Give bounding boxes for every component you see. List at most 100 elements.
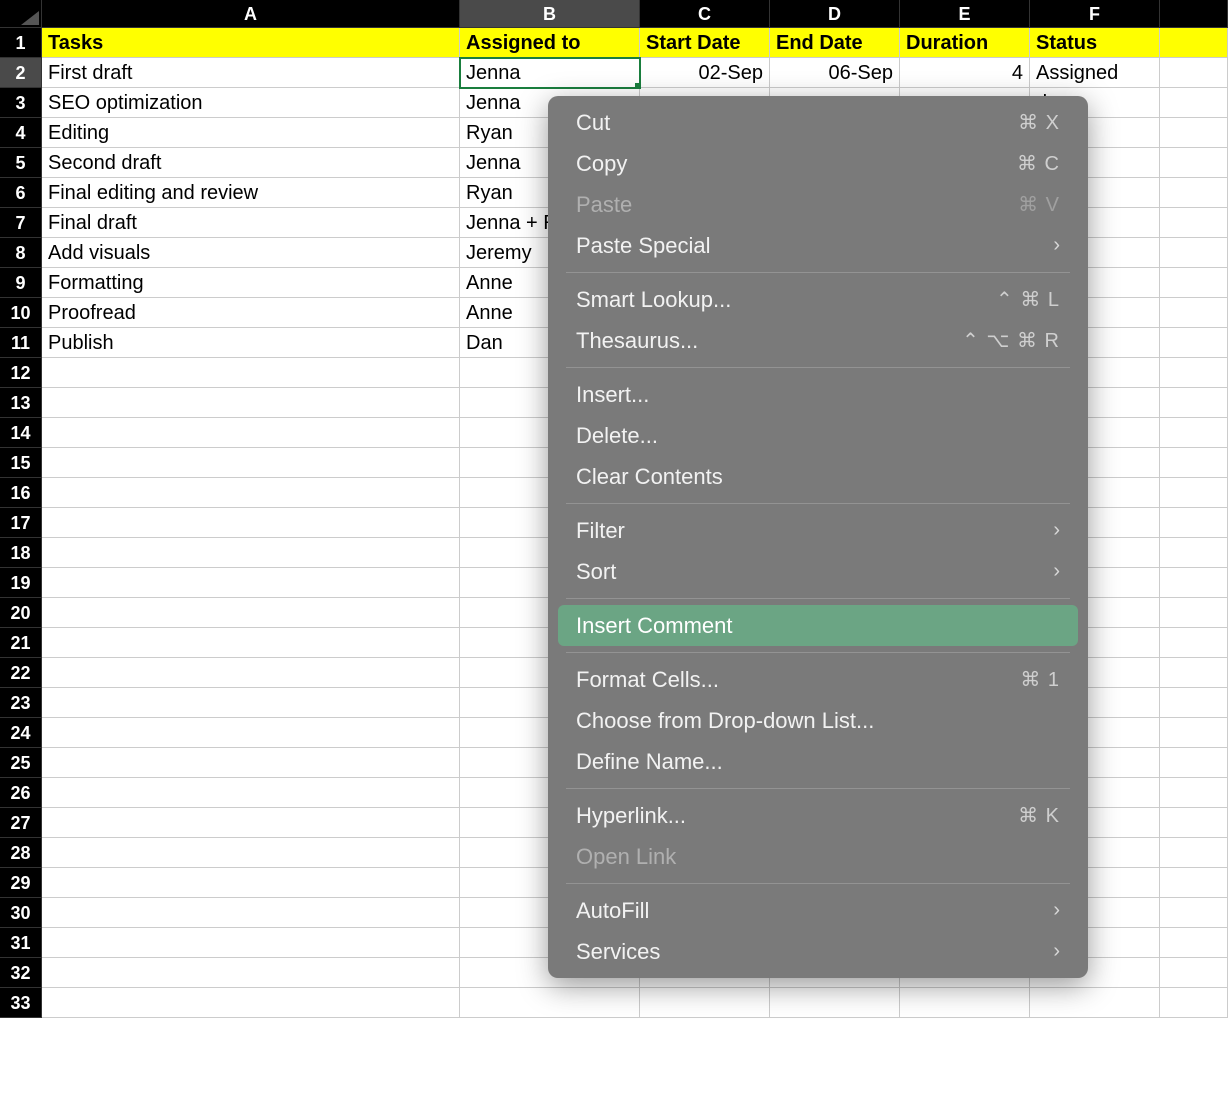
cell[interactable] xyxy=(42,988,460,1018)
cell[interactable] xyxy=(1160,298,1228,328)
row-header[interactable]: 19 xyxy=(0,568,42,598)
cell[interactable] xyxy=(42,928,460,958)
cell[interactable] xyxy=(1160,868,1228,898)
menu-thesaurus[interactable]: Thesaurus... ⌃ ⌥ ⌘ R xyxy=(558,320,1078,361)
col-header-d[interactable]: D xyxy=(770,0,900,28)
cell[interactable] xyxy=(1160,808,1228,838)
row-header[interactable]: 28 xyxy=(0,838,42,868)
cell[interactable]: Final draft xyxy=(42,208,460,238)
menu-define-name[interactable]: Define Name... xyxy=(558,741,1078,782)
menu-cut[interactable]: Cut ⌘ X xyxy=(558,102,1078,143)
cell[interactable] xyxy=(42,838,460,868)
cell[interactable] xyxy=(42,538,460,568)
cell[interactable]: Assigned to xyxy=(460,28,640,58)
cell[interactable] xyxy=(42,778,460,808)
cell[interactable] xyxy=(42,748,460,778)
cell[interactable] xyxy=(1160,628,1228,658)
row-header[interactable]: 29 xyxy=(0,868,42,898)
menu-paste-special[interactable]: Paste Special › xyxy=(558,225,1078,266)
row-header[interactable]: 26 xyxy=(0,778,42,808)
menu-delete[interactable]: Delete... xyxy=(558,415,1078,456)
cell[interactable] xyxy=(1160,268,1228,298)
cell[interactable] xyxy=(42,388,460,418)
cell[interactable]: Formatting xyxy=(42,268,460,298)
row-header[interactable]: 25 xyxy=(0,748,42,778)
cell[interactable] xyxy=(1160,718,1228,748)
row-header[interactable]: 32 xyxy=(0,958,42,988)
cell[interactable]: Start Date xyxy=(640,28,770,58)
row-header[interactable]: 12 xyxy=(0,358,42,388)
row-header[interactable]: 22 xyxy=(0,658,42,688)
row-header[interactable]: 8 xyxy=(0,238,42,268)
menu-choose-dropdown[interactable]: Choose from Drop-down List... xyxy=(558,700,1078,741)
cell[interactable] xyxy=(640,988,770,1018)
menu-sort[interactable]: Sort › xyxy=(558,551,1078,592)
cell[interactable] xyxy=(1160,778,1228,808)
cell[interactable]: Editing xyxy=(42,118,460,148)
cell[interactable] xyxy=(1160,88,1228,118)
cell[interactable] xyxy=(1160,898,1228,928)
cell[interactable] xyxy=(42,688,460,718)
cell[interactable] xyxy=(1160,508,1228,538)
cell[interactable] xyxy=(1160,418,1228,448)
row-header[interactable]: 2 xyxy=(0,58,42,88)
cell[interactable]: 4 xyxy=(900,58,1030,88)
cell[interactable]: Add visuals xyxy=(42,238,460,268)
row-header[interactable]: 31 xyxy=(0,928,42,958)
cell[interactable]: Second draft xyxy=(42,148,460,178)
row-header[interactable]: 18 xyxy=(0,538,42,568)
col-header-c[interactable]: C xyxy=(640,0,770,28)
cell[interactable] xyxy=(42,718,460,748)
cell[interactable] xyxy=(42,628,460,658)
row-header[interactable]: 7 xyxy=(0,208,42,238)
row-header[interactable]: 10 xyxy=(0,298,42,328)
cell[interactable]: Final editing and review xyxy=(42,178,460,208)
row-header[interactable]: 6 xyxy=(0,178,42,208)
cell[interactable] xyxy=(460,988,640,1018)
cell[interactable] xyxy=(900,988,1030,1018)
row-header[interactable]: 13 xyxy=(0,388,42,418)
cell[interactable] xyxy=(42,808,460,838)
cell[interactable]: First draft xyxy=(42,58,460,88)
cell[interactable] xyxy=(1160,598,1228,628)
row-header[interactable]: 21 xyxy=(0,628,42,658)
menu-services[interactable]: Services › xyxy=(558,931,1078,972)
col-header-a[interactable]: A xyxy=(42,0,460,28)
cell[interactable] xyxy=(42,658,460,688)
row-header[interactable]: 23 xyxy=(0,688,42,718)
row-header[interactable]: 9 xyxy=(0,268,42,298)
row-header[interactable]: 1 xyxy=(0,28,42,58)
cell[interactable]: Tasks xyxy=(42,28,460,58)
cell[interactable] xyxy=(1160,118,1228,148)
cell[interactable] xyxy=(1160,658,1228,688)
row-header[interactable]: 17 xyxy=(0,508,42,538)
cell[interactable] xyxy=(1030,988,1160,1018)
menu-format-cells[interactable]: Format Cells... ⌘ 1 xyxy=(558,659,1078,700)
cell[interactable] xyxy=(1160,358,1228,388)
row-header[interactable]: 3 xyxy=(0,88,42,118)
menu-insert[interactable]: Insert... xyxy=(558,374,1078,415)
cell[interactable] xyxy=(1160,208,1228,238)
cell[interactable]: Assigned xyxy=(1030,58,1160,88)
cell[interactable] xyxy=(42,508,460,538)
cell[interactable] xyxy=(1160,838,1228,868)
cell[interactable] xyxy=(42,358,460,388)
cell[interactable] xyxy=(42,418,460,448)
cell[interactable]: Duration xyxy=(900,28,1030,58)
row-header[interactable]: 5 xyxy=(0,148,42,178)
row-header[interactable]: 11 xyxy=(0,328,42,358)
cell[interactable] xyxy=(42,478,460,508)
col-header-b[interactable]: B xyxy=(460,0,640,28)
cell[interactable]: SEO optimization xyxy=(42,88,460,118)
cell[interactable] xyxy=(42,868,460,898)
cell[interactable]: Publish xyxy=(42,328,460,358)
cell[interactable] xyxy=(1160,538,1228,568)
cell[interactable] xyxy=(42,448,460,478)
menu-insert-comment[interactable]: Insert Comment xyxy=(558,605,1078,646)
cell-selected[interactable]: Jenna xyxy=(460,58,640,88)
cell[interactable] xyxy=(1160,328,1228,358)
cell[interactable]: 06-Sep xyxy=(770,58,900,88)
cell[interactable]: Status xyxy=(1030,28,1160,58)
cell[interactable] xyxy=(1160,958,1228,988)
menu-paste[interactable]: Paste ⌘ V xyxy=(558,184,1078,225)
